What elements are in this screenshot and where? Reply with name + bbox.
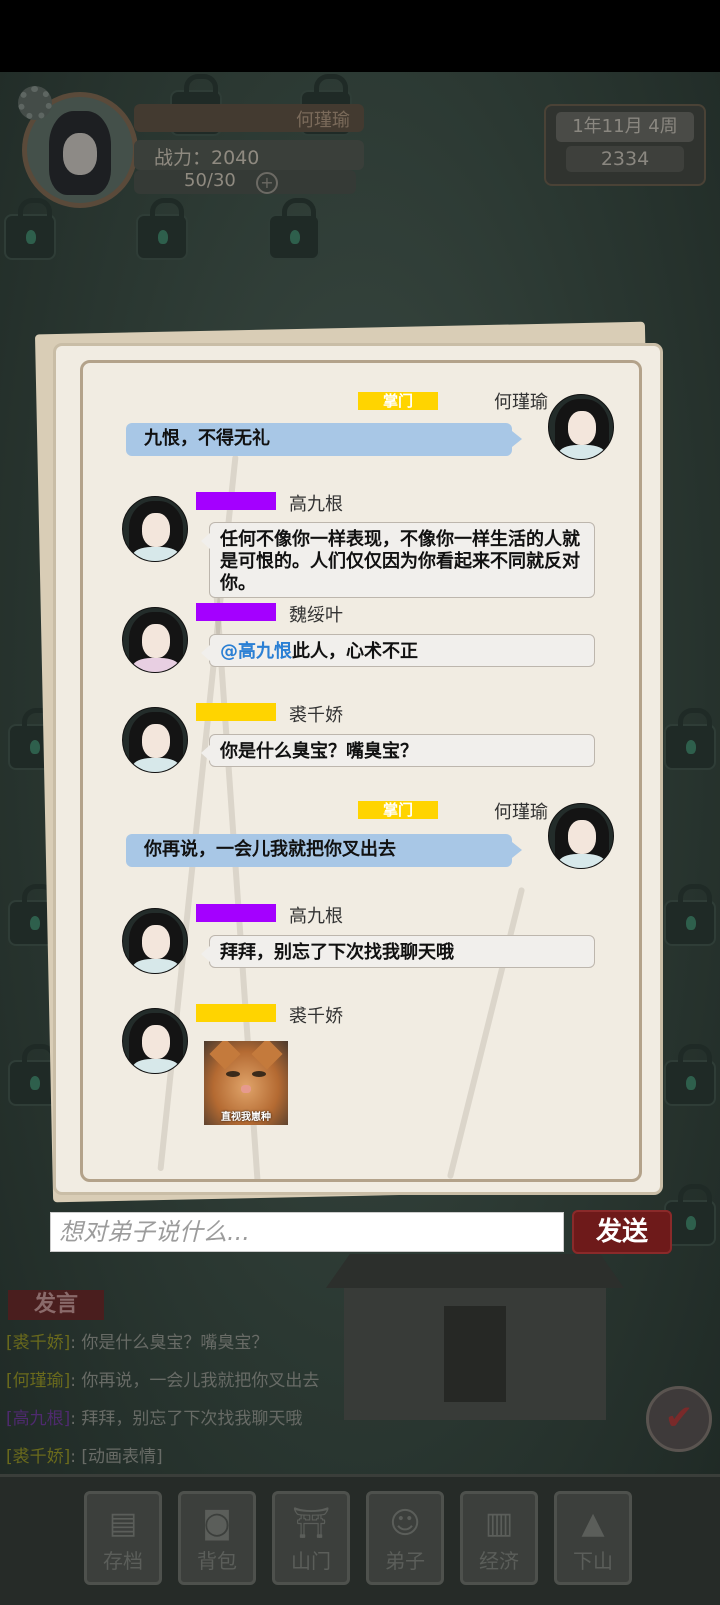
sender-name: 魏绥叶 — [289, 605, 343, 626]
log-line: [何瑾瑜]: 你再说，一会儿我就把你叉出去 — [6, 1371, 320, 1391]
disciple-icon: ☺ — [389, 1506, 421, 1541]
nav-economy-button[interactable]: ▥ 经济 — [460, 1491, 538, 1585]
add-stamina-button[interactable]: + — [256, 172, 278, 194]
sender-name: 裘千娇 — [289, 1006, 343, 1027]
nav-save-button[interactable]: ▤ 存档 — [84, 1491, 162, 1585]
role-tag — [196, 603, 276, 621]
chat-input[interactable] — [50, 1212, 564, 1252]
log-text: 你是什么臭宝？嘴臭宝？ — [81, 1333, 269, 1353]
log-text: 你再说，一会儿我就把你叉出去 — [81, 1371, 320, 1391]
power-value: 战力：2040 — [134, 140, 364, 170]
nav-descend-button[interactable]: ▲ 下山 — [554, 1491, 632, 1585]
log-text: [动画表情] — [81, 1447, 163, 1467]
role-tag: 掌门 — [358, 801, 438, 819]
lock-icon — [664, 884, 716, 946]
message-bubble: 拜拜，别忘了下次找我聊天哦 — [201, 935, 595, 968]
book-icon: ▤ — [108, 1506, 138, 1541]
log-name: [裘千娇] — [6, 1333, 71, 1353]
log-line: [裘千娇]: 你是什么臭宝？嘴臭宝？ — [6, 1333, 269, 1353]
bottom-navigation: ▤ 存档 ◙ 背包 ⛩ 山门 ☺ 弟子 ▥ 经济 ▲ 下山 — [0, 1474, 720, 1605]
date-panel: 1年11月 4周 2334 — [544, 104, 706, 186]
mountain-icon: ▲ — [581, 1506, 605, 1541]
gear-icon[interactable] — [18, 86, 52, 120]
cat-sticker-image[interactable]: 直视我崽种 — [204, 1041, 288, 1125]
message-bubble: 九恨，不得无礼 — [126, 423, 522, 456]
avatar[interactable] — [122, 1008, 188, 1074]
log-line: [裘千娇]: [动画表情] — [6, 1447, 163, 1467]
avatar[interactable] — [122, 496, 188, 562]
avatar[interactable] — [122, 607, 188, 673]
economy-icon: ▥ — [484, 1506, 514, 1541]
lock-icon — [136, 198, 188, 260]
sender-name: 何瑾瑜 — [494, 802, 548, 823]
avatar[interactable] — [548, 803, 614, 869]
player-name: 何瑾瑜 — [134, 104, 364, 132]
role-tag — [196, 492, 276, 510]
gate-icon: ⛩ — [291, 1506, 331, 1541]
log-line: [高九根]: 拜拜，别忘了下次找我聊天哦 — [6, 1409, 303, 1429]
lock-icon — [664, 708, 716, 770]
message-text: 此人，心术不正 — [292, 641, 418, 662]
role-tag — [196, 703, 276, 721]
nav-bag-button[interactable]: ◙ 背包 — [178, 1491, 256, 1585]
send-button[interactable]: 发送 — [572, 1210, 672, 1254]
nav-gate-button[interactable]: ⛩ 山门 — [272, 1491, 350, 1585]
role-tag: 掌门 — [358, 392, 438, 410]
role-tag — [196, 904, 276, 922]
message-bubble: 你再说，一会儿我就把你叉出去 — [126, 834, 522, 867]
sticker-caption: 直视我崽种 — [221, 1112, 271, 1123]
log-name: [裘千娇] — [6, 1447, 71, 1467]
avatar[interactable] — [122, 707, 188, 773]
log-name: [高九根] — [6, 1409, 71, 1429]
task-check-icon[interactable]: ✔ — [646, 1386, 712, 1452]
gate-door — [444, 1306, 506, 1402]
sender-name: 高九根 — [289, 494, 343, 515]
nav-disciple-button[interactable]: ☺ 弟子 — [366, 1491, 444, 1585]
bag-icon: ◙ — [202, 1506, 232, 1541]
message-bubble: @高九恨此人，心术不正 — [201, 634, 595, 667]
log-text: 拜拜，别忘了下次找我聊天哦 — [81, 1409, 303, 1429]
message-bubble: 你是什么臭宝？嘴臭宝？ — [201, 734, 595, 767]
message-bubble: 任何不像你一样表现，不像你一样生活的人就是可恨的。人们仅仅因为你看起来不同就反对… — [201, 522, 595, 598]
speech-log-title: 发言 — [8, 1290, 104, 1320]
date-text: 1年11月 4周 — [556, 112, 694, 142]
avatar[interactable] — [548, 394, 614, 460]
stamina-value: 50/30 — [134, 170, 356, 194]
sender-name: 裘千娇 — [289, 705, 343, 726]
bamboo-decoration — [446, 886, 526, 1179]
avatar-portrait — [49, 111, 111, 195]
log-name: [何瑾瑜] — [6, 1371, 71, 1391]
lock-icon — [4, 198, 56, 260]
sender-name: 何瑾瑜 — [494, 392, 548, 413]
status-bar — [0, 0, 720, 72]
coin-count: 2334 — [566, 146, 684, 172]
lock-icon — [664, 1044, 716, 1106]
lock-icon — [268, 198, 320, 260]
sect-gate-building — [344, 1270, 606, 1420]
sender-name: 高九根 — [289, 906, 343, 927]
mention-link[interactable]: @高九恨 — [220, 641, 292, 662]
role-tag — [196, 1004, 276, 1022]
avatar[interactable] — [122, 908, 188, 974]
